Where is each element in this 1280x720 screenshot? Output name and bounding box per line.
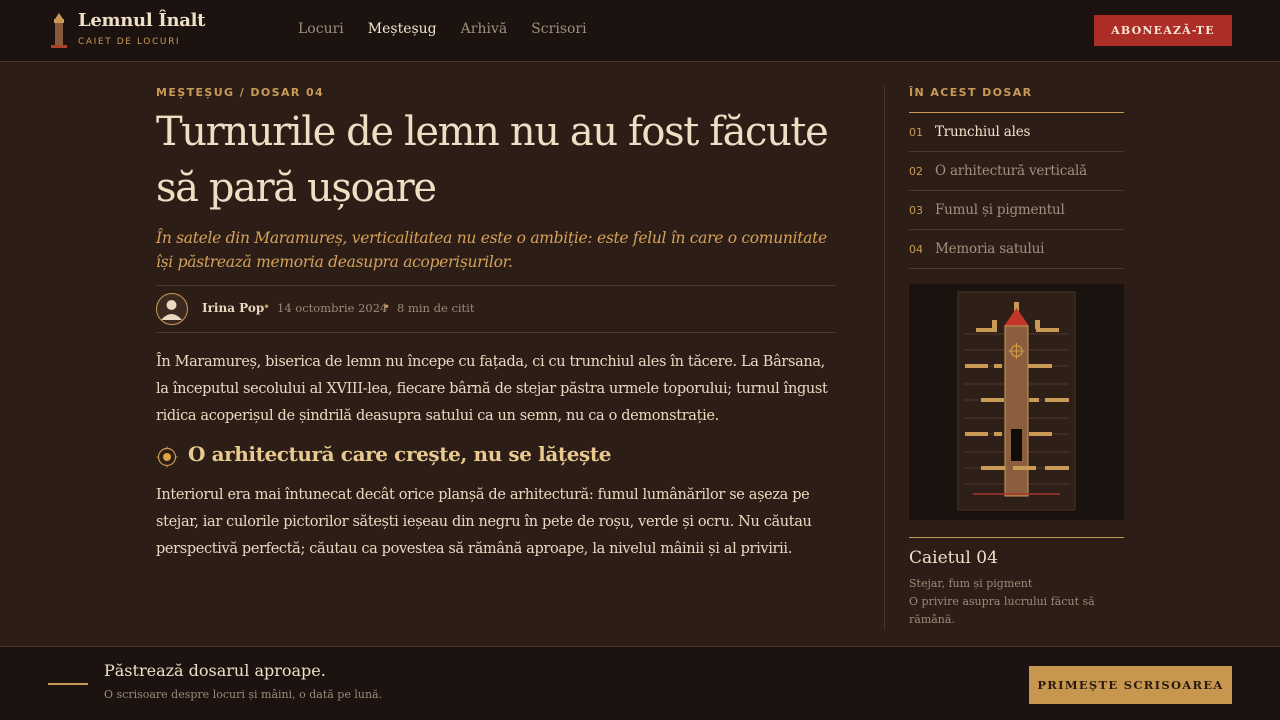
- user-icon: [161, 300, 182, 320]
- publish-date: 14 octombrie 2024: [277, 301, 388, 315]
- footer-subtitle: O scrisoare despre locuri și mâini, o da…: [104, 688, 383, 701]
- article-paragraph: Interiorul era mai întunecat decât orice…: [156, 487, 812, 557]
- newsletter-footer: Păstrează dosarul aproape. O scrisoare d…: [0, 646, 1280, 720]
- section-heading: O arhitectură care crește, nu se lățește: [156, 442, 836, 472]
- avatar[interactable]: [156, 293, 188, 325]
- toc-number: 04: [909, 243, 923, 256]
- brand-name: Lemnul Înalt: [78, 10, 206, 31]
- toc-label: Trunchiul ales: [935, 124, 1031, 140]
- toc-number: 03: [909, 204, 923, 217]
- caption-divider: [909, 537, 1124, 538]
- author-name[interactable]: Irina Pop: [202, 301, 264, 315]
- church-tower-drawing: [957, 291, 1076, 511]
- toc-label: Fumul și pigmentul: [935, 202, 1065, 218]
- toc-label: O arhitectură verticală: [935, 163, 1087, 179]
- byline: Irina Pop • 14 octombrie 2024 • 8 min de…: [156, 285, 836, 333]
- nav-item-scrisori[interactable]: Scrisori: [531, 21, 586, 41]
- separator-dot-icon: •: [263, 300, 271, 314]
- article-paragraph: În Maramureș, biserica de lemn nu începe…: [156, 354, 828, 424]
- toc-item[interactable]: 03 Fumul și pigmentul: [909, 191, 1124, 230]
- toc-item[interactable]: 01 Trunchiul ales: [909, 113, 1124, 152]
- toc-heading: ÎN ACEST DOSAR: [909, 86, 1033, 99]
- newsletter-signup-button[interactable]: PRIMEȘTE SCRISOAREA: [1029, 666, 1232, 704]
- toc-item[interactable]: 04 Memoria satului: [909, 230, 1124, 269]
- caption-title: Caietul 04: [909, 548, 998, 568]
- toc-item[interactable]: 02 O arhitectură verticală: [909, 152, 1124, 191]
- table-of-contents: 01 Trunchiul ales 02 O arhitectură verti…: [909, 112, 1124, 269]
- read-time: 8 min de citit: [397, 301, 475, 315]
- brand-logo-link[interactable]: Lemnul Înalt CAIET DE LOCURI: [48, 10, 218, 52]
- wooden-tower-icon: [51, 13, 67, 48]
- nav-item-mestesug[interactable]: Meșteșug: [368, 21, 437, 41]
- article-kicker: MEȘTEȘUG / DOSAR 04: [156, 86, 325, 99]
- caption-description: O privire asupra lucrului făcut să rămân…: [909, 595, 1095, 626]
- nav-item-locuri[interactable]: Locuri: [298, 21, 344, 41]
- toc-number: 01: [909, 126, 923, 139]
- caption-subtitle: Stejar, fum și pigment: [909, 577, 1033, 590]
- site-header: Lemnul Înalt CAIET DE LOCURI Locuri Meșt…: [0, 0, 1280, 62]
- sidebar-divider: [884, 86, 885, 630]
- nav-item-arhiva[interactable]: Arhivă: [461, 21, 508, 41]
- article-title: Turnurile de lemn nu au fost făcute să p…: [156, 109, 829, 211]
- sun-ornament-icon: [156, 446, 178, 468]
- brand-tagline: CAIET DE LOCURI: [78, 37, 181, 47]
- toc-number: 02: [909, 165, 923, 178]
- toc-label: Memoria satului: [935, 241, 1045, 257]
- article-dek: În satele din Maramureș, verticalitatea …: [156, 229, 827, 271]
- footer-accent-line: [48, 683, 88, 685]
- footer-title: Păstrează dosarul aproape.: [104, 661, 326, 680]
- subscribe-button[interactable]: ABONEAZĂ-TE: [1094, 15, 1232, 46]
- separator-dot-icon: •: [383, 300, 391, 314]
- section-title: O arhitectură care crește, nu se lățește: [188, 442, 612, 466]
- church-tower-illustration: [909, 284, 1124, 520]
- main-nav: Locuri Meșteșug Arhivă Scrisori: [298, 21, 587, 41]
